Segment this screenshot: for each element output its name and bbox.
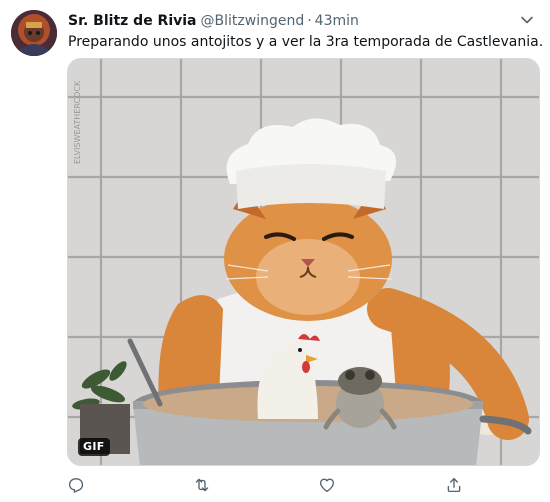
chevron-down-icon xyxy=(521,16,533,24)
tweet-card[interactable]: Sr. Blitz de Rivia @Blitzwingend · 43min… xyxy=(0,0,550,502)
display-name[interactable]: Sr. Blitz de Rivia xyxy=(68,11,197,31)
avatar[interactable] xyxy=(11,10,57,56)
tweet-actions xyxy=(0,474,550,496)
watermark-text: ELVISWEATHERCOCK xyxy=(73,80,82,164)
reply-button[interactable] xyxy=(65,474,87,496)
user-handle[interactable]: @Blitzwingend xyxy=(201,11,305,31)
tweet-header: Sr. Blitz de Rivia @Blitzwingend · 43min xyxy=(68,11,359,31)
retweet-icon xyxy=(195,478,209,492)
reply-icon xyxy=(68,478,84,493)
more-options-button[interactable] xyxy=(518,11,536,29)
retweet-button[interactable] xyxy=(191,474,213,496)
heart-icon xyxy=(319,478,335,493)
gif-badge: GIF xyxy=(78,438,110,456)
share-icon xyxy=(447,477,461,493)
tweet-text: Preparando unos antojitos y a ver la 3ra… xyxy=(68,34,544,50)
share-button[interactable] xyxy=(443,474,465,496)
separator-dot: · xyxy=(307,13,312,29)
chef-cat-gif-image: ELVISWEATHERCOCK xyxy=(68,59,539,465)
gif-media[interactable]: ELVISWEATHERCOCK GIF xyxy=(67,58,540,466)
like-button[interactable] xyxy=(316,474,338,496)
tweet-timestamp[interactable]: 43min xyxy=(315,11,359,31)
